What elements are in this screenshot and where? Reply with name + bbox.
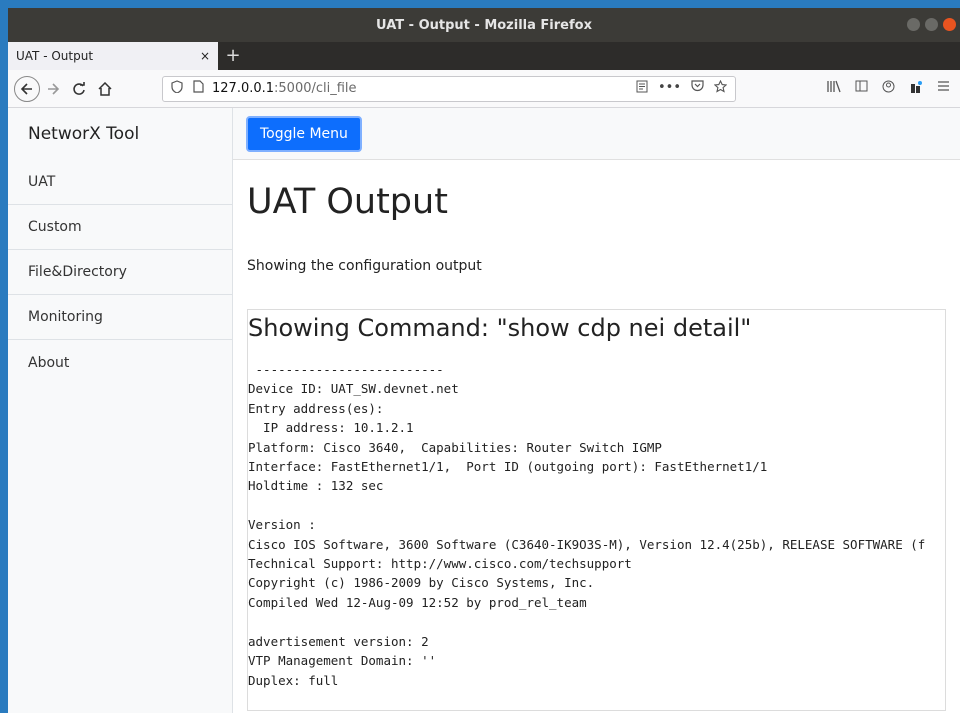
page-subtitle: Showing the configuration output — [247, 258, 482, 274]
reader-view-icon[interactable] — [636, 80, 648, 97]
top-nav: Toggle Menu — [233, 108, 960, 160]
maximize-icon[interactable] — [925, 18, 938, 31]
window-controls — [907, 18, 956, 31]
sidebar-item-uat[interactable]: UAT — [8, 160, 232, 205]
back-icon[interactable] — [14, 75, 40, 102]
pocket-icon[interactable] — [691, 80, 704, 97]
account-icon[interactable] — [882, 80, 895, 98]
command-output-panel: Showing Command: "show cdp nei detail" -… — [247, 309, 946, 711]
page-body: UAT Output Showing the configuration out… — [233, 182, 960, 711]
url-host: 127.0.0.1 — [212, 81, 275, 96]
sidebar-item-file-directory[interactable]: File&Directory — [8, 250, 232, 295]
command-title: Showing Command: "show cdp nei detail" — [248, 314, 752, 342]
sidebar: NetworX Tool UAT Custom File&Directory M… — [8, 108, 233, 713]
toggle-menu-button[interactable]: Toggle Menu — [246, 115, 362, 152]
tab-uat-output[interactable]: UAT - Output × — [8, 42, 218, 70]
bookmark-star-icon[interactable] — [713, 79, 728, 97]
nav-bar: 127.0.0.1:5000/cli_file ••• — [8, 70, 960, 108]
sidebar-toggle-icon[interactable] — [855, 80, 868, 98]
page-title: UAT Output — [247, 182, 448, 222]
url-path: :5000/cli_file — [274, 81, 357, 96]
close-window-icon[interactable] — [943, 18, 956, 31]
shield-icon[interactable] — [171, 80, 183, 97]
brand-title[interactable]: NetworX Tool — [8, 108, 232, 160]
page-info-icon[interactable] — [193, 80, 204, 97]
home-icon[interactable] — [92, 76, 118, 102]
tab-bar: UAT - Output × + — [8, 42, 960, 70]
tab-close-icon[interactable]: × — [200, 49, 210, 63]
window-titlebar: UAT - Output - Mozilla Firefox — [8, 8, 960, 42]
url-bar[interactable]: 127.0.0.1:5000/cli_file ••• — [162, 75, 736, 102]
minimize-icon[interactable] — [907, 18, 920, 31]
library-icon[interactable] — [827, 80, 841, 98]
browser-window: UAT - Output - Mozilla Firefox UAT - Out… — [8, 8, 960, 713]
sidebar-item-monitoring[interactable]: Monitoring — [8, 295, 232, 340]
extension-icon[interactable] — [909, 80, 923, 98]
forward-icon[interactable] — [40, 76, 66, 102]
hamburger-menu-icon[interactable] — [937, 80, 950, 98]
window-title: UAT - Output - Mozilla Firefox — [376, 17, 592, 33]
more-actions-icon[interactable]: ••• — [658, 80, 681, 97]
command-output-text: ------------------------- Device ID: UAT… — [248, 362, 926, 688]
sidebar-item-custom[interactable]: Custom — [8, 205, 232, 250]
main-content: Toggle Menu UAT Output Showing the confi… — [233, 108, 960, 713]
reload-icon[interactable] — [66, 76, 92, 102]
new-tab-button[interactable]: + — [218, 42, 248, 70]
page-content: NetworX Tool UAT Custom File&Directory M… — [8, 108, 960, 713]
tab-title: UAT - Output — [16, 49, 94, 63]
sidebar-item-about[interactable]: About — [8, 340, 232, 385]
